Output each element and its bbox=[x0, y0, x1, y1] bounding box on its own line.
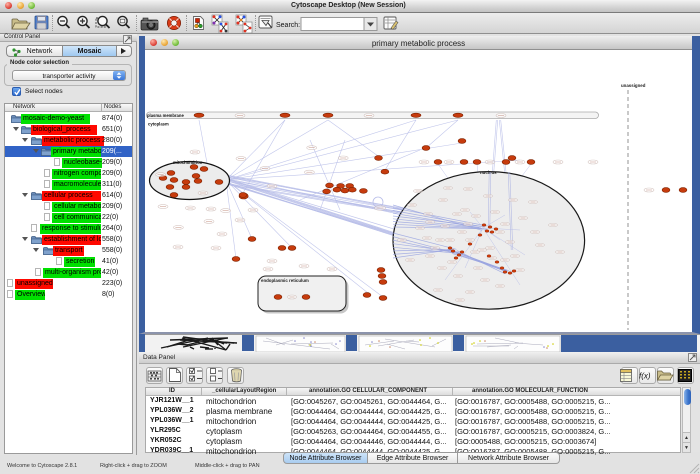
svg-text:f(x): f(x) bbox=[639, 372, 651, 381]
svg-text:Search:: Search: bbox=[276, 22, 300, 29]
svg-text:cytoplasm: cytoplasm bbox=[148, 122, 169, 127]
svg-text:endoplasmic reticulum: endoplasmic reticulum bbox=[261, 278, 309, 283]
svg-text:unassigned: unassigned bbox=[621, 83, 646, 88]
svg-text:nucleus: nucleus bbox=[480, 170, 497, 175]
svg-text:mitochondrion: mitochondrion bbox=[173, 160, 203, 165]
svg-text:plasma membrane: plasma membrane bbox=[147, 113, 184, 118]
